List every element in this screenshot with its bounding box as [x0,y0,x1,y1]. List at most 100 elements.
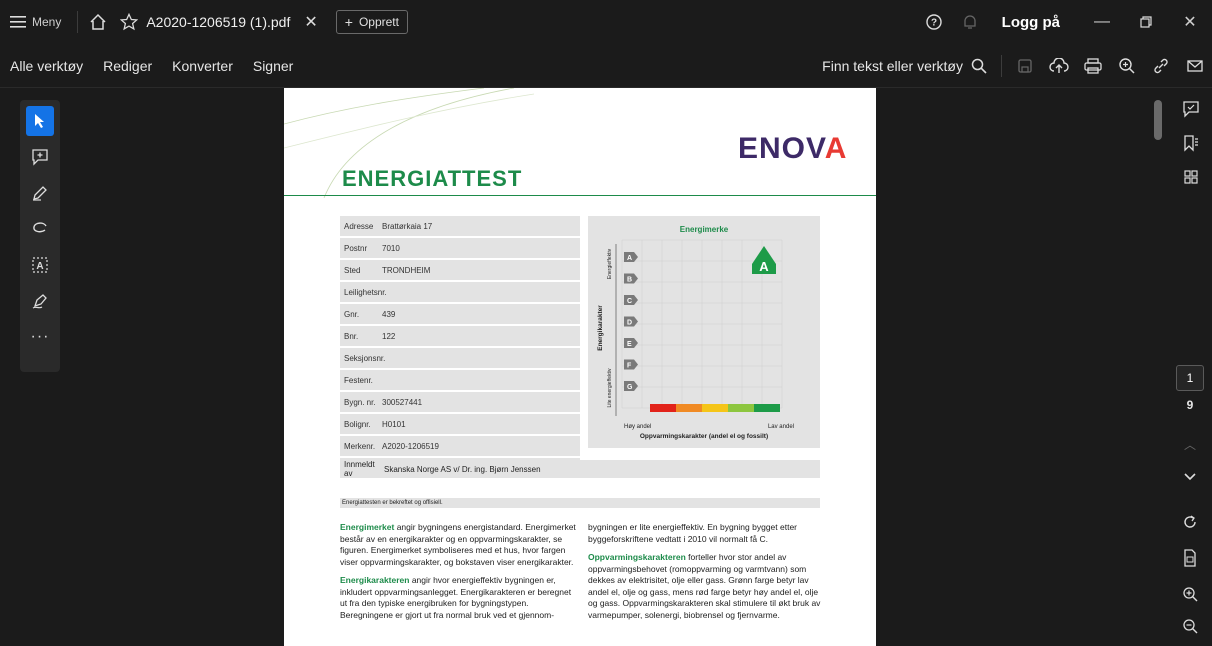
text-column-left: Energimerket angir bygningens energistan… [340,522,576,628]
more-tools-icon[interactable]: ··· [26,322,54,352]
help-icon[interactable]: ? [916,0,952,44]
bookmarks-panel-icon[interactable] [1170,126,1212,160]
energy-label-chart: Energimerke A B C D E F G A Energikarakter Energie… [597,225,794,440]
current-page-input[interactable]: 1 [1176,365,1204,391]
menu-convert[interactable]: Konverter [172,58,233,74]
zoom-in-icon[interactable] [1176,582,1204,606]
create-button[interactable]: + Opprett [335,10,408,34]
energy-label-box: Energimerke A B C D E F G A Energikarakter Energie… [588,216,820,448]
star-icon[interactable] [120,13,139,31]
x-left-label: Høy andel [624,424,651,430]
print-icon[interactable] [1076,44,1110,88]
x-right-label: Lav andel [768,424,794,430]
lasso-icon [33,222,47,233]
info-key: Postnr [344,243,368,253]
info-row: Sted TRONDHEIM [340,260,580,280]
property-info-table: Adresse Brattørkaia 17 Postnr 7010 Sted TROND… [340,216,580,480]
svg-text:A: A [36,261,43,272]
document-tab[interactable]: A2020-1206519 (1).pdf ✕ [112,0,325,44]
info-key: Festenr. [344,375,373,385]
highlight-tool-button[interactable] [26,178,54,208]
info-key: Bygn. nr. [344,397,376,407]
document-title: ENERGIATTEST [342,166,523,191]
info-row: Bygn. nr. 300527441 [340,392,580,412]
save-icon[interactable] [1008,44,1042,88]
heating-bar-segment [728,404,754,412]
certified-note: Energiattesten er bekreftet og offisiell… [340,498,820,508]
menu-edit[interactable]: Rediger [103,58,152,74]
left-tool-rail: A ··· [20,100,60,372]
plus-icon: + [344,14,353,30]
vertical-scrollbar[interactable] [1154,100,1162,140]
title-bar: Meny A2020-1206519 (1).pdf ✕ + Opprett ?… [0,0,1212,44]
document-page: ENOVA ENERGIATTEST Adresse Brattørkaia 17… [284,88,876,646]
text-column-right: bygningen er lite energieffektiv. En byg… [588,522,824,628]
y-bottom-label: Lite energieffektiv [607,368,613,408]
find-label: Finn tekst eller verktøy [822,57,963,74]
info-row: Postnr 7010 [340,238,580,258]
comment-tool-button[interactable] [26,142,54,172]
info-row: Adresse Brattørkaia 17 [340,216,580,236]
menu-label: Meny [32,15,62,29]
draw-tool-button[interactable] [26,214,54,244]
zoom-out-icon[interactable] [1176,614,1204,638]
header-rule [284,195,876,196]
energy-grade-letter: A [759,259,769,274]
select-tool-button[interactable] [26,106,54,136]
info-row: Leilighetsnr. [340,282,580,302]
reported-by-key: Innmeldt av [344,460,375,478]
home-button[interactable] [84,8,112,36]
rotate-icon[interactable] [1176,508,1204,536]
info-key: Merkenr. [344,441,376,451]
info-row: Bnr. 122 [340,326,580,346]
info-value: 300527441 [382,397,423,407]
divider [77,11,79,33]
page-total: 9 [1186,398,1194,412]
bell-icon[interactable] [952,0,988,44]
cursor-icon [35,114,44,128]
menu-button[interactable]: Meny [0,0,71,44]
restore-icon[interactable] [1124,0,1168,44]
mail-icon[interactable] [1178,44,1212,88]
text-tool-button[interactable]: A [26,250,54,280]
close-tab-icon[interactable]: ✕ [304,12,317,32]
chevron-down-icon[interactable] [1176,466,1204,488]
sign-tool-button[interactable] [26,286,54,316]
tab-title: A2020-1206519 (1).pdf [146,14,291,30]
enova-logo: ENOVA [738,132,848,165]
info-value: 122 [382,331,396,341]
text-box-icon: A [32,257,48,273]
page-fit-icon[interactable] [1176,544,1204,572]
grade-letter: E [627,341,632,348]
info-key: Bnr. [344,331,359,341]
main-toolbar: Alle verktøy Rediger Konverter Signer Fi… [0,44,1212,88]
comments-panel-icon[interactable] [1170,92,1212,126]
chevron-up-icon[interactable]: ︿ [1176,436,1204,458]
create-label: Opprett [358,15,399,29]
paragraph: bygningen er lite energieffektiv. En byg… [588,522,798,544]
link-icon[interactable] [1144,44,1178,88]
info-row: Merkenr. A2020-1206519 [340,436,580,456]
minimize-icon[interactable]: — [1080,0,1124,44]
thumbnails-panel-icon[interactable] [1170,160,1212,194]
cloud-upload-icon[interactable] [1042,44,1076,88]
heating-bar-segment [650,404,676,412]
menu-sign[interactable]: Signer [253,58,293,74]
info-key: Leilighetsnr. [344,287,387,297]
paragraph: Energimerket angir bygningens energistan… [340,522,576,567]
info-row: Bolignr. H0101 [340,414,580,434]
energimerke-title: Energimerke [680,225,729,234]
info-value: 7010 [382,243,400,253]
grade-letter: G [627,384,633,391]
search-zoom-icon[interactable] [1110,44,1144,88]
login-button[interactable]: Logg på [988,14,1080,31]
grade-letter: F [627,363,632,370]
find-tools-search[interactable]: Finn tekst eller verktøy [822,58,995,74]
y-top-label: Energieffektiv [607,248,613,279]
menu-all-tools[interactable]: Alle verktøy [10,58,83,74]
heating-bar-segment [702,404,728,412]
heating-bar-segment [676,404,702,412]
close-window-icon[interactable]: ✕ [1168,0,1212,44]
info-value: A2020-1206519 [382,441,439,451]
info-row: Gnr. 439 [340,304,580,324]
